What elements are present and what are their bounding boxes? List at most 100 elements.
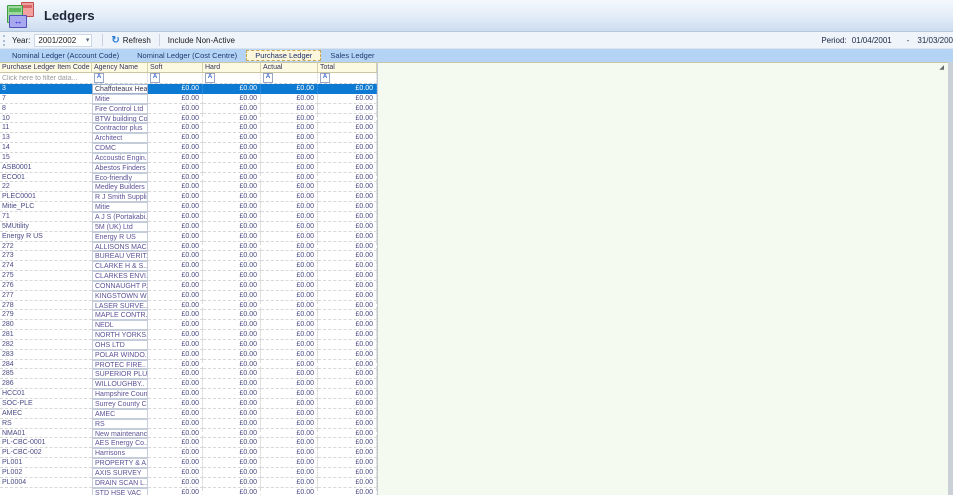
grid-corner-icon[interactable]: ◢ xyxy=(939,65,944,71)
soft-cell: £0.00 xyxy=(148,379,203,389)
swap-arrows-icon: ↔ xyxy=(14,17,23,26)
column-header-soft[interactable]: Soft xyxy=(148,63,203,72)
filter-type-icon[interactable]: A xyxy=(320,73,330,83)
tab-nominal-ledger-account-code[interactable]: Nominal Ledger (Account Code) xyxy=(3,50,128,61)
table-row[interactable]: 13Architect£0.00£0.00£0.00£0.00 xyxy=(0,133,377,143)
year-combobox[interactable]: 2001/2002 ▾ xyxy=(34,34,92,47)
actual-cell: £0.00 xyxy=(261,242,318,252)
table-row[interactable]: 71A J S (Portakabi..£0.00£0.00£0.00£0.00 xyxy=(0,212,377,222)
table-row-partial[interactable]: STD HSE VAC£0.00£0.00£0.00£0.00 xyxy=(0,488,377,495)
soft-cell: £0.00 xyxy=(148,261,203,271)
soft-cell: £0.00 xyxy=(148,438,203,448)
filter-type-icon[interactable]: A xyxy=(263,73,273,83)
hard-cell: £0.00 xyxy=(203,379,261,389)
actual-cell: £0.00 xyxy=(261,251,318,261)
soft-cell: £0.00 xyxy=(148,301,203,311)
column-header-hard[interactable]: Hard xyxy=(203,63,261,72)
filter-cell[interactable]: A xyxy=(261,73,318,83)
table-row[interactable]: 284PROTEC FIRE..£0.00£0.00£0.00£0.00 xyxy=(0,360,377,370)
table-row[interactable]: RSRS£0.00£0.00£0.00£0.00 xyxy=(0,419,377,429)
item-code-cell: 283 xyxy=(0,350,92,360)
item-code-cell: 71 xyxy=(0,212,92,222)
table-row[interactable]: 286WILLOUGHBY..£0.00£0.00£0.00£0.00 xyxy=(0,379,377,389)
hard-cell: £0.00 xyxy=(203,488,261,495)
column-header-total[interactable]: Total xyxy=(318,63,377,72)
include-non-active-button[interactable]: Include Non-Active xyxy=(165,35,238,46)
total-cell: £0.00 xyxy=(318,409,377,419)
item-code-cell: PL0004 xyxy=(0,478,92,488)
table-row[interactable]: ASB0001Abestos Finders£0.00£0.00£0.00£0.… xyxy=(0,163,377,173)
column-header-purchase-ledger-item-code[interactable]: Purchase Ledger Item Code xyxy=(0,63,92,72)
table-row[interactable]: 22Medley Builders£0.00£0.00£0.00£0.00 xyxy=(0,182,377,192)
chevron-down-icon[interactable]: ▾ xyxy=(86,37,90,44)
table-row[interactable]: PLEC0001R J Smith Suppli..£0.00£0.00£0.0… xyxy=(0,192,377,202)
filter-type-icon[interactable]: A xyxy=(150,73,160,83)
table-row[interactable]: PL001PROPERTY & A..£0.00£0.00£0.00£0.00 xyxy=(0,458,377,468)
actual-cell: £0.00 xyxy=(261,173,318,183)
table-row[interactable]: PL-CBC-0001AES Energy Co..£0.00£0.00£0.0… xyxy=(0,438,377,448)
toolbar-grip[interactable] xyxy=(3,35,7,46)
table-row[interactable]: AMECAMEC£0.00£0.00£0.00£0.00 xyxy=(0,409,377,419)
table-row[interactable]: PL0004DRAIN SCAN L..£0.00£0.00£0.00£0.00 xyxy=(0,478,377,488)
refresh-button[interactable]: ↻ Refresh xyxy=(108,35,153,46)
table-row[interactable]: NMA01New maintenanc..£0.00£0.00£0.00£0.0… xyxy=(0,429,377,439)
table-row[interactable]: 277KINGSTOWN W..£0.00£0.00£0.00£0.00 xyxy=(0,291,377,301)
table-row[interactable]: 278LASER SURVE..£0.00£0.00£0.00£0.00 xyxy=(0,301,377,311)
table-row[interactable]: PL-CBC-002Harrisons£0.00£0.00£0.00£0.00 xyxy=(0,448,377,458)
table-row[interactable]: 7Mitie£0.00£0.00£0.00£0.00 xyxy=(0,94,377,104)
table-row[interactable]: 285SUPERIOR PLU..£0.00£0.00£0.00£0.00 xyxy=(0,369,377,379)
tab-purchase-ledger[interactable]: Purchase Ledger xyxy=(246,50,321,61)
total-cell: £0.00 xyxy=(318,429,377,439)
table-row[interactable]: 283POLAR WINDO..£0.00£0.00£0.00£0.00 xyxy=(0,350,377,360)
agency-name-cell: Mitie xyxy=(92,94,148,104)
tab-nominal-ledger-cost-centre[interactable]: Nominal Ledger (Cost Centre) xyxy=(128,50,246,61)
filter-cell[interactable]: A xyxy=(92,73,148,83)
soft-cell: £0.00 xyxy=(148,153,203,163)
tab-sales-ledger[interactable]: Sales Ledger xyxy=(321,50,383,61)
table-row[interactable]: 282OHS LTD£0.00£0.00£0.00£0.00 xyxy=(0,340,377,350)
table-row[interactable]: SOC-PLESurrey County C..£0.00£0.00£0.00£… xyxy=(0,399,377,409)
filter-cell[interactable]: A xyxy=(318,73,377,83)
table-row[interactable]: 14CDMC£0.00£0.00£0.00£0.00 xyxy=(0,143,377,153)
table-row[interactable]: 3Chaffoteaux Hea..£0.00£0.00£0.00£0.00 xyxy=(0,84,377,94)
total-cell: £0.00 xyxy=(318,389,377,399)
table-row[interactable]: 8Fire Control Ltd£0.00£0.00£0.00£0.00 xyxy=(0,104,377,114)
table-row[interactable]: 5MUtility5M (UK) Ltd£0.00£0.00£0.00£0.00 xyxy=(0,222,377,232)
filter-cell[interactable]: A xyxy=(203,73,261,83)
item-code-cell: ASB0001 xyxy=(0,163,92,173)
table-row[interactable]: 273BUREAU VERIT..£0.00£0.00£0.00£0.00 xyxy=(0,251,377,261)
column-header-agency-name[interactable]: Agency Name xyxy=(92,63,148,72)
table-row[interactable]: 10BTW building Co£0.00£0.00£0.00£0.00 xyxy=(0,114,377,124)
table-row[interactable]: ECO01Eco-friendly£0.00£0.00£0.00£0.00 xyxy=(0,173,377,183)
soft-cell: £0.00 xyxy=(148,182,203,192)
total-cell: £0.00 xyxy=(318,192,377,202)
table-row[interactable]: 279MAPLE CONTR..£0.00£0.00£0.00£0.00 xyxy=(0,310,377,320)
table-row[interactable]: Mitie_PLCMitie£0.00£0.00£0.00£0.00 xyxy=(0,202,377,212)
table-row[interactable]: Energy R USEnergy R US£0.00£0.00£0.00£0.… xyxy=(0,232,377,242)
agency-name-cell: Architect xyxy=(92,133,148,143)
total-cell: £0.00 xyxy=(318,182,377,192)
table-row[interactable]: 11Contractor plus£0.00£0.00£0.00£0.00 xyxy=(0,123,377,133)
table-row[interactable]: 15Accoustic Engin..£0.00£0.00£0.00£0.00 xyxy=(0,153,377,163)
agency-name-cell: AMEC xyxy=(92,409,148,419)
table-row[interactable]: 275CLARKES ENVI..£0.00£0.00£0.00£0.00 xyxy=(0,271,377,281)
agency-name-cell: Fire Control Ltd xyxy=(92,104,148,114)
table-row[interactable]: 281NORTH YORKS..£0.00£0.00£0.00£0.00 xyxy=(0,330,377,340)
table-row[interactable]: 274CLARKE H & S..£0.00£0.00£0.00£0.00 xyxy=(0,261,377,271)
filter-type-icon[interactable]: A xyxy=(94,73,104,83)
total-cell: £0.00 xyxy=(318,281,377,291)
page-title: Ledgers xyxy=(44,8,95,23)
filter-hint-cell[interactable]: Click here to filter data... xyxy=(0,75,92,82)
actual-cell: £0.00 xyxy=(261,291,318,301)
total-cell: £0.00 xyxy=(318,143,377,153)
soft-cell: £0.00 xyxy=(148,310,203,320)
filter-cell[interactable]: A xyxy=(148,73,203,83)
table-row[interactable]: 276CONNAUGHT P..£0.00£0.00£0.00£0.00 xyxy=(0,281,377,291)
table-row[interactable]: PL002AXIS SURVEY£0.00£0.00£0.00£0.00 xyxy=(0,468,377,478)
column-header-actual[interactable]: Actual xyxy=(261,63,318,72)
filter-type-icon[interactable]: A xyxy=(205,73,215,83)
table-row[interactable]: HCC01Hampshire Coun..£0.00£0.00£0.00£0.0… xyxy=(0,389,377,399)
right-scrollbar-strip[interactable] xyxy=(948,62,953,495)
table-row[interactable]: 280NEDL£0.00£0.00£0.00£0.00 xyxy=(0,320,377,330)
table-row[interactable]: 272ALLISONS MAC..£0.00£0.00£0.00£0.00 xyxy=(0,242,377,252)
